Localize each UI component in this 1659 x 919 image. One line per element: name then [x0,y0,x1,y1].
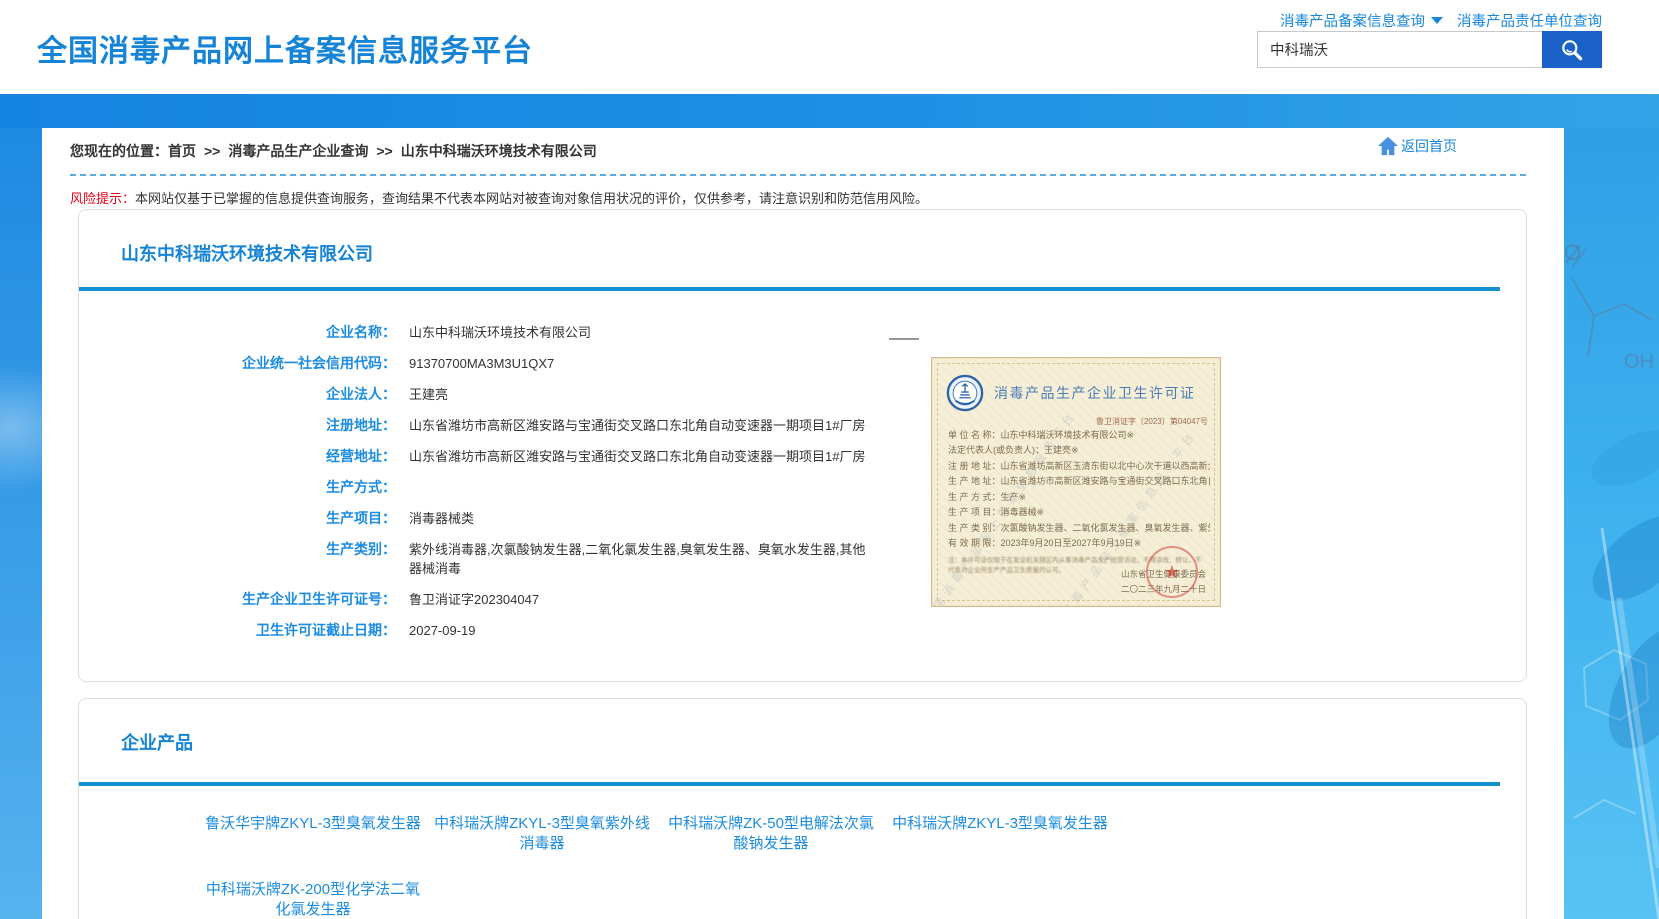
field-label: 生产企业卫生许可证号： [79,590,396,609]
risk-notice-label: 风险提示： [70,191,135,206]
chevron-down-icon [1431,17,1443,24]
field-value: 山东省潍坊市高新区潍安路与宝通街交叉路口东北角自动变速器一期项目1#厂房 [409,416,865,435]
certificate-line: 生 产 项 目：消毒器械※ [948,505,1210,520]
header-band [0,94,1659,128]
risk-notice-text: 本网站仅基于已掌握的信息提供查询服务，查询结果不代表本网站对被查询对象信用状况的… [135,191,928,206]
product-link[interactable]: 鲁沃华宇牌ZKYL-3型臭氧发生器 [203,814,423,854]
search-input[interactable] [1257,31,1542,68]
field-value: 山东省潍坊市高新区潍安路与宝通街交叉路口东北角自动变速器一期项目1#厂房 [409,447,865,466]
breadcrumb: 您现在的位置：首页 >> 消毒产品生产企业查询 >> 山东中科瑞沃环境技术有限公司 [70,141,597,161]
field-row-production-project: 生产项目： 消毒器械类 [79,509,889,528]
product-link[interactable]: 中科瑞沃牌ZKYL-3型臭氧紫外线消毒器 [432,814,652,854]
products-panel: 企业产品 鲁沃华宇牌ZKYL-3型臭氧发生器 中科瑞沃牌ZKYL-3型臭氧紫外线… [78,698,1527,919]
company-panel: 山东中科瑞沃环境技术有限公司 企业名称： 山东中科瑞沃环境技术有限公司 企业统一… [78,209,1527,682]
products-panel-title: 企业产品 [121,729,193,755]
field-value: 山东中科瑞沃环境技术有限公司 [409,323,591,342]
field-label: 生产方式： [79,478,396,497]
nav-record-info-query-label: 消毒产品备案信息查询 [1280,10,1425,31]
breadcrumb-separator: >> [376,143,392,159]
field-row-company-name: 企业名称： 山东中科瑞沃环境技术有限公司 [79,323,889,342]
red-seal-icon: ★ [1146,546,1198,598]
home-icon [1377,136,1399,156]
breadcrumb-section-link[interactable]: 消毒产品生产企业查询 [228,143,368,159]
main-content: 您现在的位置：首页 >> 消毒产品生产企业查询 >> 山东中科瑞沃环境技术有限公司 返回… [42,128,1564,919]
field-value: 鲁卫消证字202304047 [409,590,539,609]
svg-text:O: O [1564,240,1581,265]
field-row-production-mode: 生产方式： [79,478,889,497]
field-row-business-address: 经营地址： 山东省潍坊市高新区潍安路与宝通街交叉路口东北角自动变速器一期项目1#… [79,447,889,466]
back-home-link[interactable]: 返回首页 [1377,136,1457,156]
field-value: 2027-09-19 [409,621,476,640]
site-title: 全国消毒产品网上备案信息服务平台 [37,26,533,70]
search-icon [1559,37,1585,63]
nav-responsible-unit-query[interactable]: 消毒产品责任单位查询 [1457,10,1602,31]
back-home-label: 返回首页 [1401,136,1457,156]
product-link[interactable]: 中科瑞沃牌ZKYL-3型臭氧发生器 [890,814,1110,854]
product-list: 鲁沃华宇牌ZKYL-3型臭氧发生器 中科瑞沃牌ZKYL-3型臭氧紫外线消毒器 中… [79,814,1139,919]
field-row-credit-code: 企业统一社会信用代码： 91370700MA3M3U1QX7 [79,354,889,373]
nav-responsible-unit-query-label: 消毒产品责任单位查询 [1457,10,1602,31]
certificate-number: 鲁卫消证字〔2023〕第04047号 [1096,416,1208,427]
products-panel-rule [79,782,1500,786]
field-row-license-number: 生产企业卫生许可证号： 鲁卫消证字202304047 [79,590,889,609]
leaf-graphic [1578,419,1659,763]
certificate-line: 生 产 类 别：次氯酸钠发生器、二氧化氯发生器、臭氧发生器、紫外线消毒器※ [948,521,1210,536]
field-label: 卫生许可证截止日期： [79,621,396,640]
certificate-body: 单 位 名 称：山东中科瑞沃环境技术有限公司※ 法定代表人(或负责人)：王建亮※… [948,428,1210,552]
left-background [0,128,42,919]
company-fields: 企业名称： 山东中科瑞沃环境技术有限公司 企业统一社会信用代码： 9137070… [79,323,889,652]
hygiene-license-certificate-image: 全国消毒产品网上备案信息服务平台 全国消毒产品网上备案信息服务平台 消毒产品生产… [931,357,1221,607]
top-nav: 消毒产品备案信息查询 消毒产品责任单位查询 [1280,10,1602,31]
site-header: 全国消毒产品网上备案信息服务平台 消毒产品备案信息查询 消毒产品责任单位查询 [0,0,1659,94]
search-bar [1257,31,1602,68]
company-panel-title: 山东中科瑞沃环境技术有限公司 [121,240,373,266]
dashed-divider [70,174,1526,176]
certificate-line: 生 产 地 址：山东省潍坊市高新区潍安路与宝通街交叉路口东北角自动变速器一期1#… [948,474,1210,489]
nav-record-info-query[interactable]: 消毒产品备案信息查询 [1280,10,1443,31]
certificate-line: 法定代表人(或负责人)：王建亮※ [948,443,1210,458]
search-button[interactable] [1542,31,1602,68]
field-value: 紫外线消毒器,次氯酸钠发生器,二氧化氯发生器,臭氧发生器、臭氧水发生器,其他器械… [409,540,877,578]
field-label: 经营地址： [79,447,396,466]
field-value: 91370700MA3M3U1QX7 [409,354,554,373]
breadcrumb-prefix: 您现在的位置： [70,143,168,159]
field-value: 王建亮 [409,385,448,404]
certificate-line: 单 位 名 称：山东中科瑞沃环境技术有限公司※ [948,428,1210,443]
field-label: 生产类别： [79,540,396,578]
svg-text:OH: OH [1624,351,1654,373]
field-label: 企业名称： [79,323,396,342]
field-label: 注册地址： [79,416,396,435]
field-row-legal-person: 企业法人： 王建亮 [79,385,889,404]
field-row-registered-address: 注册地址： 山东省潍坊市高新区潍安路与宝通街交叉路口东北角自动变速器一期项目1#… [79,416,889,435]
scan-artifact-dash [889,338,919,340]
field-label: 企业法人： [79,385,396,404]
risk-notice: 风险提示：本网站仅基于已掌握的信息提供查询服务，查询结果不代表本网站对被查询对象… [70,188,928,207]
certificate-line: 注 册 地 址：山东省潍坊高新区玉清东街以北中心次干道以西高新大厦902号科苑 [948,459,1210,474]
seal-star: ★ [1164,562,1180,583]
breadcrumb-current: 山东中科瑞沃环境技术有限公司 [401,143,597,159]
product-link[interactable]: 中科瑞沃牌ZK-50型电解法次氯酸钠发生器 [661,814,881,854]
breadcrumb-home-link[interactable]: 首页 [168,143,196,159]
certificate-title: 消毒产品生产企业卫生许可证 [994,383,1196,403]
certificate-header: 消毒产品生产企业卫生许可证 [946,374,1210,412]
certificate-line: 生 产 方 式：生产※ [948,490,1210,505]
breadcrumb-separator: >> [204,143,220,159]
company-panel-rule [79,287,1500,291]
right-background: O OH [1564,128,1659,919]
emblem-icon [946,374,984,412]
field-label: 企业统一社会信用代码： [79,354,396,373]
page: 全国消毒产品网上备案信息服务平台 消毒产品备案信息查询 消毒产品责任单位查询 [0,0,1659,919]
field-value: 消毒器械类 [409,509,474,528]
field-row-production-category: 生产类别： 紫外线消毒器,次氯酸钠发生器,二氧化氯发生器,臭氧发生器、臭氧水发生… [79,540,889,578]
field-row-license-expiry: 卫生许可证截止日期： 2027-09-19 [79,621,889,640]
molecule-graphic: O OH [1564,906,1659,919]
field-label: 生产项目： [79,509,396,528]
product-link[interactable]: 中科瑞沃牌ZK-200型化学法二氧化氯发生器 [203,880,423,919]
